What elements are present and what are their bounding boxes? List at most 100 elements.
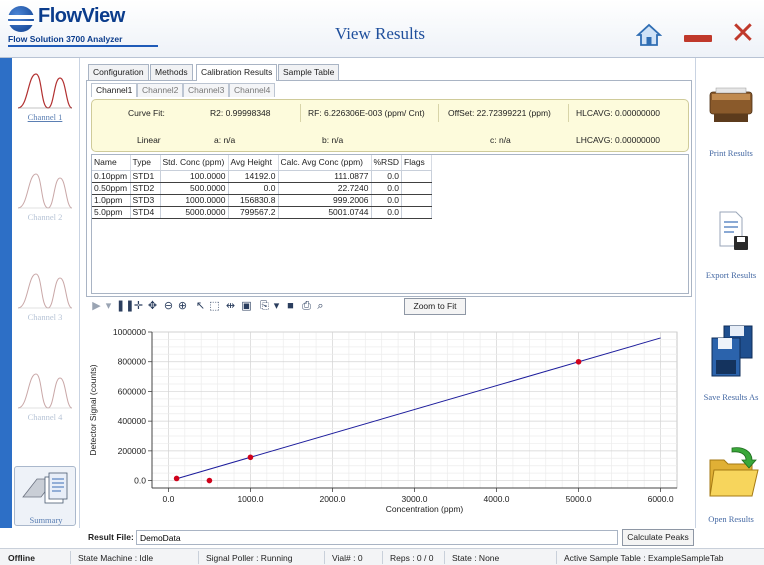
column-header[interactable]: Flags xyxy=(401,155,433,171)
table-cell: 1.0ppm xyxy=(92,194,131,207)
export-results-button[interactable]: Export Results xyxy=(698,198,764,298)
logo-underline xyxy=(8,45,158,47)
minimize-button[interactable] xyxy=(684,23,712,45)
close-button[interactable]: ✕ xyxy=(730,17,756,50)
dropdown-arrow-icon[interactable]: ▾ xyxy=(102,300,115,313)
home-button[interactable] xyxy=(635,23,663,47)
globe-icon xyxy=(8,6,34,32)
dropdown-arrow-icon[interactable]: ▾ xyxy=(270,300,283,313)
x-tick-label: 4000.0 xyxy=(484,494,510,504)
app-header: FlowView Flow Solution 3700 Analyzer Vie… xyxy=(0,0,764,58)
select-box-icon[interactable]: ⬚ xyxy=(208,300,221,313)
table-cell: 0.10ppm xyxy=(92,170,131,183)
divider xyxy=(198,551,199,564)
coef-c-value: c: n/a xyxy=(490,135,511,145)
close-icon: ✕ xyxy=(730,17,756,50)
save-icon[interactable]: ■ xyxy=(284,300,297,313)
data-point xyxy=(206,477,213,484)
sidebar-item-label: Channel 1 xyxy=(27,112,63,122)
calculate-peaks-button[interactable]: Calculate Peaks xyxy=(622,529,694,546)
table-cell xyxy=(401,182,433,195)
subtab-channel-2[interactable]: Channel2 xyxy=(137,83,184,97)
subtab-channel-1[interactable]: Channel1 xyxy=(91,83,138,97)
state-machine-status: State Machine : Idle xyxy=(78,553,154,563)
calibration-table-grid: Name Type Std. Conc (ppm) Avg Height Cal… xyxy=(92,155,433,219)
column-header[interactable]: Type xyxy=(130,155,161,171)
tab-configuration[interactable]: Configuration xyxy=(88,64,149,80)
column-header[interactable]: Std. Conc (ppm) xyxy=(160,155,229,171)
sidebar-item-label: Channel 3 xyxy=(27,312,63,322)
peak-chart-icon xyxy=(17,373,73,409)
x-tick-label: 5000.0 xyxy=(566,494,592,504)
table-cell: 100.0000 xyxy=(160,170,229,183)
table-cell: 0.0 xyxy=(371,206,403,219)
table-row[interactable]: 0.10ppm STD1 100.0000 14192.0 111.0877 0… xyxy=(92,170,433,183)
table-cell: 111.0877 xyxy=(278,170,372,183)
divider xyxy=(382,551,383,564)
peak-chart-icon xyxy=(17,173,73,209)
split-icon[interactable]: ⇹ xyxy=(224,300,237,313)
calibration-chart-svg: 0.0 1000.0 2000.0 3000.0 4000.0 5000.0 6000.0 0… xyxy=(82,318,694,530)
table-row[interactable]: 0.50ppm STD2 500.0000 0.0 22.7240 0.0 xyxy=(92,182,433,195)
pause-icon[interactable]: ❚❚ xyxy=(116,300,134,313)
chart-properties-icon[interactable]: ▣ xyxy=(240,300,253,313)
sidebar-item-channel-2[interactable]: Channel 2 xyxy=(14,168,76,228)
table-cell: 5001.0744 xyxy=(278,206,372,219)
state-status: State : None xyxy=(452,553,500,563)
flowview-logo: FlowView Flow Solution 3700 Analyzer xyxy=(6,4,158,50)
x-axis-label: Concentration (ppm) xyxy=(386,504,464,514)
result-file-row: Result File: Calculate Peaks xyxy=(82,529,694,547)
open-results-button[interactable]: Open Results xyxy=(698,440,764,540)
table-cell: 500.0000 xyxy=(160,182,229,195)
table-cell: STD3 xyxy=(130,194,161,207)
export-document-icon xyxy=(719,211,748,250)
export-results-label: Export Results xyxy=(705,270,757,280)
divider xyxy=(324,551,325,564)
zoom-in-icon[interactable]: ⊕ xyxy=(176,300,189,313)
calibration-chart: 0.0 1000.0 2000.0 3000.0 4000.0 5000.0 6000.0 0… xyxy=(82,318,694,530)
column-header[interactable]: Avg Height xyxy=(228,155,279,171)
open-folder-icon xyxy=(709,447,759,497)
print-icon[interactable]: ⎙ xyxy=(300,300,313,313)
table-cell: 1000.0000 xyxy=(160,194,229,207)
divider xyxy=(556,551,557,564)
pointer-icon[interactable]: ↖ xyxy=(194,300,207,313)
curve-fit-label: Curve Fit: xyxy=(128,108,165,118)
sidebar-item-channel-1[interactable]: Channel 1 xyxy=(14,68,76,128)
save-results-as-button[interactable]: Save Results As xyxy=(698,320,764,420)
signal-poller-status: Signal Poller : Running xyxy=(206,553,293,563)
save-results-as-label: Save Results As xyxy=(703,392,759,402)
crosshair-icon[interactable]: ✛ xyxy=(132,300,145,313)
table-cell: 999.2006 xyxy=(278,194,372,207)
table-row[interactable]: 1.0ppm STD3 1000.0000 156830.8 999.2006 … xyxy=(92,194,433,207)
page-title: View Results xyxy=(334,24,426,43)
column-header[interactable]: Calc. Avg Conc (ppm) xyxy=(278,155,372,171)
summary-button[interactable]: Summary xyxy=(14,466,76,526)
pan-icon[interactable]: ✥ xyxy=(146,300,159,313)
table-cell: 0.50ppm xyxy=(92,182,131,195)
result-file-input[interactable] xyxy=(136,530,618,545)
active-sample-table-status: Active Sample Table : ExampleSampleTab xyxy=(564,553,724,563)
print-preview-icon[interactable]: ⌕ xyxy=(314,300,327,313)
divider xyxy=(300,104,301,122)
subtab-channel-4[interactable]: Channel4 xyxy=(229,83,276,97)
column-header[interactable]: %RSD xyxy=(371,155,403,171)
tab-methods[interactable]: Methods xyxy=(150,64,193,80)
y-tick-label: 0.0 xyxy=(134,476,146,486)
column-header[interactable]: Name xyxy=(92,155,131,171)
table-cell: STD4 xyxy=(130,206,161,219)
subtab-channel-3[interactable]: Channel3 xyxy=(183,83,230,97)
table-row[interactable]: 5.0ppm STD4 5000.0000 799567.2 5001.0744… xyxy=(92,206,433,219)
x-tick-label: 3000.0 xyxy=(402,494,428,504)
sidebar-item-channel-4[interactable]: Channel 4 xyxy=(14,368,76,428)
r2-value: R2: 0.99998348 xyxy=(210,108,271,118)
zoom-to-fit-button[interactable]: Zoom to Fit xyxy=(404,298,466,315)
y-tick-label: 800000 xyxy=(118,357,147,367)
print-results-button[interactable]: Print Results xyxy=(698,78,764,178)
tab-calibration-results[interactable]: Calibration Results xyxy=(196,64,278,81)
sidebar-item-channel-3[interactable]: Channel 3 xyxy=(14,268,76,328)
zoom-out-icon[interactable]: ⊖ xyxy=(162,300,175,313)
table-header-row: Name Type Std. Conc (ppm) Avg Height Cal… xyxy=(92,155,433,171)
status-bar: Offline State Machine : Idle Signal Poll… xyxy=(0,548,764,565)
tab-sample-table[interactable]: Sample Table xyxy=(278,64,340,80)
